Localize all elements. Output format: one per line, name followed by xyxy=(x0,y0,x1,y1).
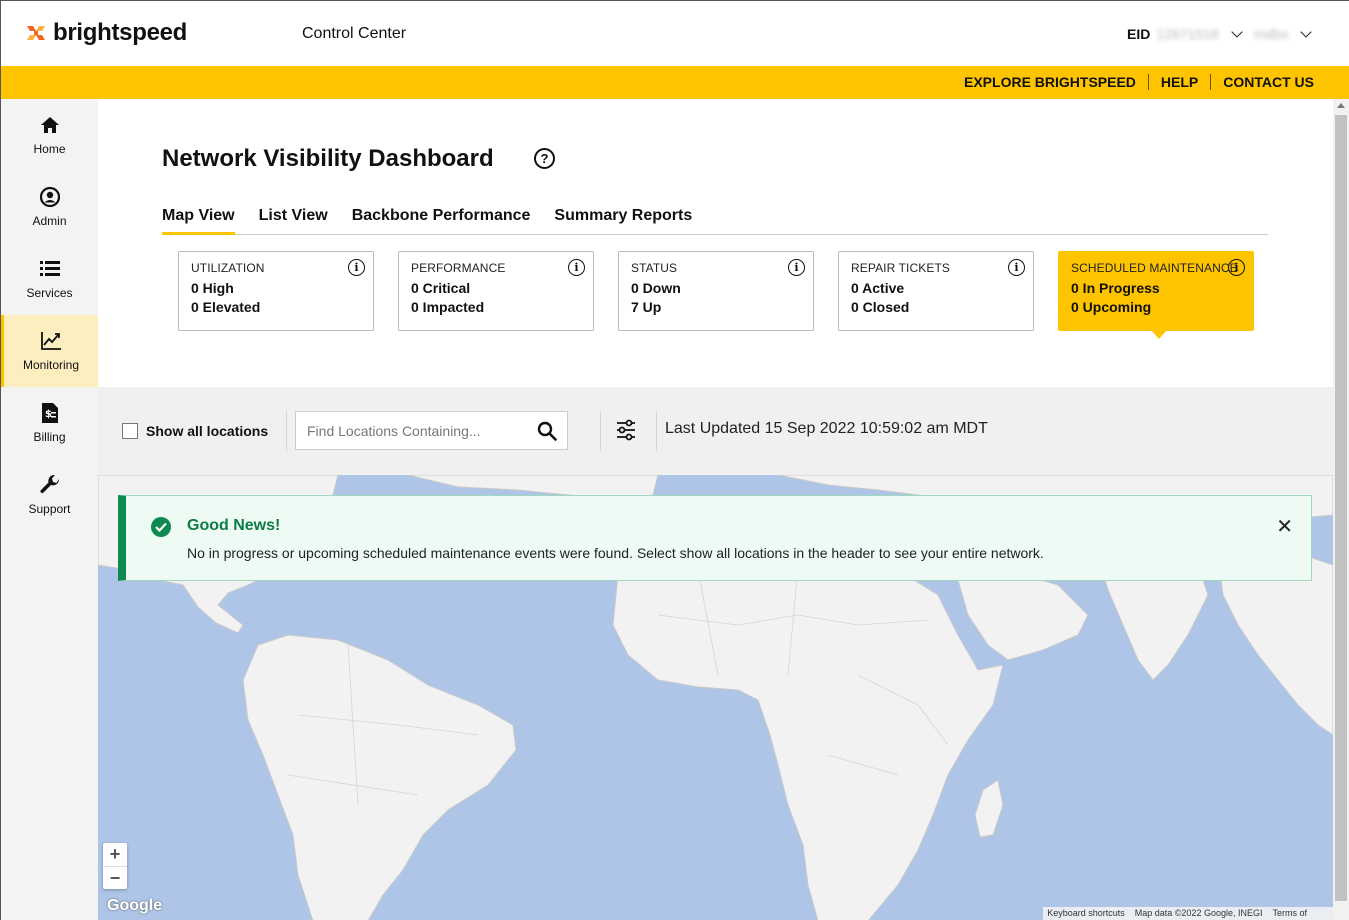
user-icon xyxy=(39,186,61,208)
home-icon xyxy=(39,114,61,136)
card-value: 0 In Progress xyxy=(1071,280,1160,296)
user-menu[interactable]: mdbs xyxy=(1254,26,1312,42)
info-icon[interactable]: i xyxy=(1228,259,1245,276)
show-all-locations-checkbox[interactable] xyxy=(122,423,138,439)
contact-us-link[interactable]: CONTACT US xyxy=(1211,74,1326,90)
card-value: 0 Upcoming xyxy=(1071,299,1152,315)
search-icon[interactable] xyxy=(537,421,557,446)
card-value: 0 High xyxy=(191,280,234,296)
sidebar-item-label: Support xyxy=(28,502,71,516)
chart-icon xyxy=(40,330,62,352)
selected-card-pointer xyxy=(1151,330,1167,339)
invoice-icon: $ xyxy=(39,402,61,424)
scheduled-maintenance-card[interactable]: SCHEDULED MAINTENANCE i 0 In Progress 0 … xyxy=(1058,251,1254,339)
help-link[interactable]: HELP xyxy=(1149,74,1210,90)
search-input[interactable] xyxy=(296,422,526,439)
info-icon[interactable]: i xyxy=(348,259,365,276)
card-title: STATUS xyxy=(631,261,678,275)
keyboard-shortcuts-link[interactable]: Keyboard shortcuts xyxy=(1047,908,1125,920)
sidebar-item-admin[interactable]: Admin xyxy=(1,171,98,243)
map-filter-bar: Show all locations Last Updated 15 Sep 2… xyxy=(98,387,1333,475)
sidebar-item-home[interactable]: Home xyxy=(1,99,98,171)
show-all-locations-label: Show all locations xyxy=(146,423,269,439)
info-icon[interactable]: i xyxy=(788,259,805,276)
check-circle-icon xyxy=(151,517,171,537)
logo-text: brightspeed xyxy=(53,19,188,46)
sidebar-item-label: Services xyxy=(26,286,73,300)
status-card[interactable]: STATUS i 0 Down 7 Up xyxy=(618,251,814,331)
view-tabs: Map View List View Backbone Performance … xyxy=(162,207,1268,235)
map-data-credit: Map data ©2022 Google, INEGI xyxy=(1134,908,1263,918)
user-name: mdbs xyxy=(1254,26,1289,42)
divider xyxy=(600,411,601,451)
dashboard-header: Network Visibility Dashboard ? Map View … xyxy=(98,99,1333,387)
svg-text:$: $ xyxy=(45,409,52,420)
utilization-card[interactable]: UTILIZATION i 0 High 0 Elevated xyxy=(178,251,374,331)
sidebar-item-label: Monitoring xyxy=(22,358,80,372)
page-title: Network Visibility Dashboard xyxy=(162,145,494,172)
filter-settings-icon[interactable] xyxy=(615,419,637,446)
card-title: SCHEDULED MAINTENANCE xyxy=(1071,261,1238,275)
card-value: 0 Closed xyxy=(851,299,910,315)
brightspeed-logo-mark-icon xyxy=(25,22,47,44)
utility-nav-bar: EXPLORE BRIGHTSPEED HELP CONTACT US xyxy=(1,66,1349,99)
wrench-icon xyxy=(39,474,61,496)
terms-link[interactable]: Terms of xyxy=(1272,908,1307,920)
map-attribution: Keyboard shortcuts Map data ©2022 Google… xyxy=(1043,907,1333,920)
sidebar-item-services[interactable]: Services xyxy=(1,243,98,315)
tab-backbone-performance[interactable]: Backbone Performance xyxy=(352,207,531,235)
card-value: 7 Up xyxy=(631,299,662,315)
divider xyxy=(286,411,287,451)
card-title: PERFORMANCE xyxy=(411,261,506,275)
divider xyxy=(656,411,657,451)
tab-map-view[interactable]: Map View xyxy=(162,207,235,235)
sidebar-item-monitoring[interactable]: Monitoring xyxy=(1,315,98,387)
google-logo: Google xyxy=(107,897,163,914)
sidebar-item-support[interactable]: Support xyxy=(1,459,98,531)
good-news-alert: Good News! No in progress or upcoming sc… xyxy=(118,495,1312,581)
sidebar-item-label: Admin xyxy=(32,214,67,228)
card-title: REPAIR TICKETS xyxy=(851,261,950,275)
chevron-down-icon xyxy=(1300,26,1312,38)
help-icon[interactable]: ? xyxy=(534,148,555,169)
eid-value: 12871518 xyxy=(1156,26,1219,42)
info-icon[interactable]: i xyxy=(568,259,585,276)
top-header: brightspeed Control Center EID 12871518 … xyxy=(1,1,1349,66)
zoom-in-button[interactable]: + xyxy=(103,843,127,866)
card-value: 0 Down xyxy=(631,280,681,296)
card-value: 0 Elevated xyxy=(191,299,261,315)
metric-cards: UTILIZATION i 0 High 0 Elevated PERFORMA… xyxy=(178,251,1254,339)
sidebar-item-label: Home xyxy=(33,142,66,156)
zoom-out-button[interactable]: − xyxy=(103,866,127,889)
eid-label: EID xyxy=(1127,26,1151,42)
performance-card[interactable]: PERFORMANCE i 0 Critical 0 Impacted xyxy=(398,251,594,331)
scrollbar-thumb[interactable] xyxy=(1335,115,1347,901)
tab-list-view[interactable]: List View xyxy=(259,207,328,235)
app-title: Control Center xyxy=(302,25,407,42)
alert-message: No in progress or upcoming scheduled mai… xyxy=(187,545,1044,561)
chevron-down-icon xyxy=(1230,26,1243,38)
list-icon xyxy=(39,258,61,280)
explore-brightspeed-link[interactable]: EXPLORE BRIGHTSPEED xyxy=(952,74,1148,90)
map-zoom-controls: + − xyxy=(103,843,127,889)
eid-selector[interactable]: EID 12871518 xyxy=(1127,26,1243,42)
tab-summary-reports[interactable]: Summary Reports xyxy=(554,207,692,235)
card-value: 0 Active xyxy=(851,280,905,296)
scroll-up-arrow-icon[interactable] xyxy=(1337,103,1345,108)
brightspeed-logo[interactable]: brightspeed xyxy=(25,19,187,47)
close-icon[interactable]: ✕ xyxy=(1276,514,1293,539)
info-icon[interactable]: i xyxy=(1008,259,1025,276)
page-scrollbar[interactable] xyxy=(1333,99,1349,920)
show-all-locations-toggle[interactable]: Show all locations xyxy=(122,423,268,439)
alert-title: Good News! xyxy=(187,517,281,534)
card-value: 0 Critical xyxy=(411,280,471,296)
sidebar-nav: Home Admin Services Monitoring $ Billing… xyxy=(1,99,98,920)
card-title: UTILIZATION xyxy=(191,261,265,275)
last-updated-text: Last Updated 15 Sep 2022 10:59:02 am MDT xyxy=(665,420,988,437)
repair-tickets-card[interactable]: REPAIR TICKETS i 0 Active 0 Closed xyxy=(838,251,1034,331)
sidebar-item-label: Billing xyxy=(33,430,66,444)
card-value: 0 Impacted xyxy=(411,299,485,315)
location-search xyxy=(295,411,568,450)
sidebar-item-billing[interactable]: $ Billing xyxy=(1,387,98,459)
